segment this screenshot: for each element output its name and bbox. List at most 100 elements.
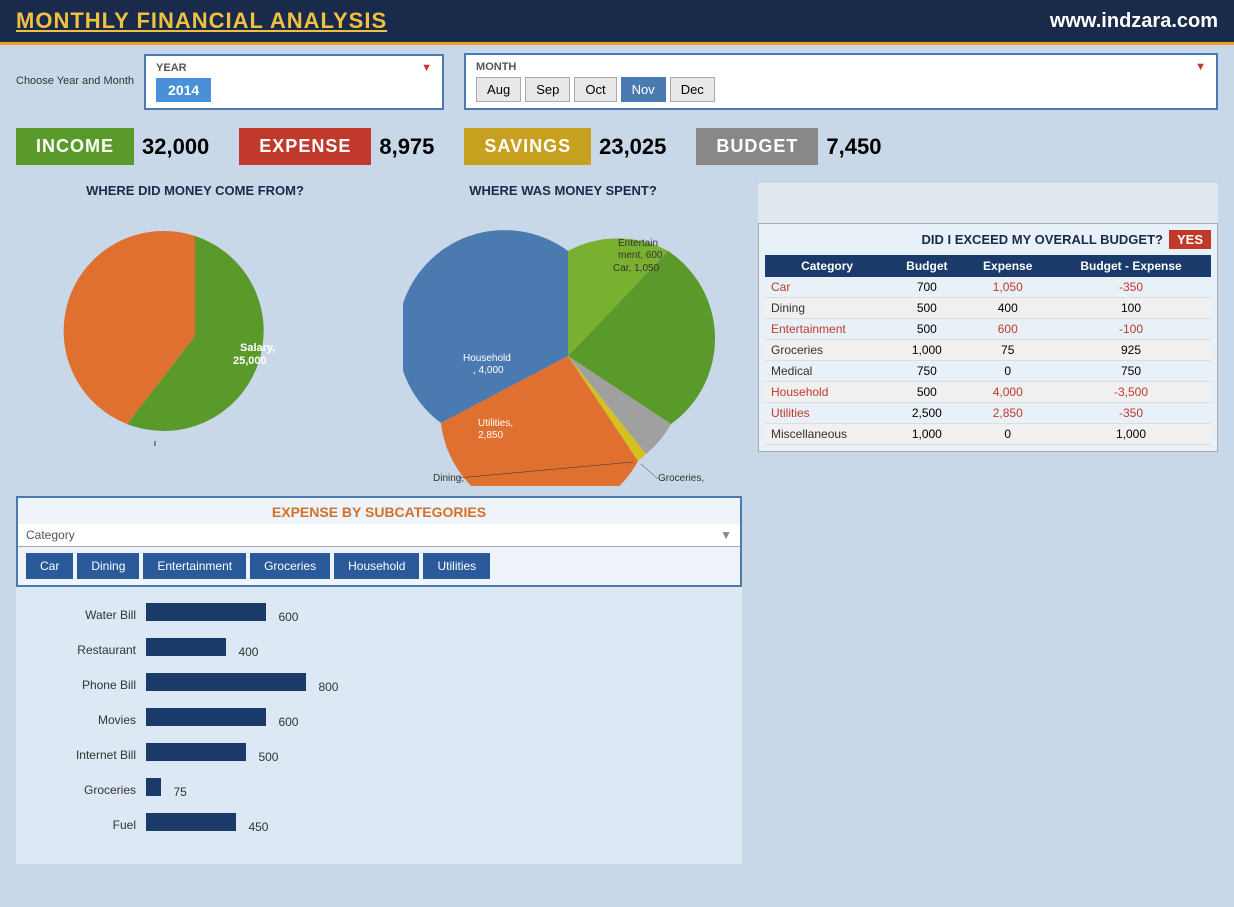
col-category: Category (765, 255, 889, 277)
bar-row: Restaurant 400 (36, 638, 722, 661)
bar-label: Movies (36, 713, 136, 727)
bar-value: 75 (173, 785, 186, 799)
cell-category: Medical (765, 361, 889, 382)
subcat-btn-car[interactable]: Car (26, 553, 73, 579)
entertainment-pie-label: Entertain (618, 238, 658, 249)
budget-label: BUDGET (696, 128, 818, 165)
budget-section: DID I EXCEED MY OVERALL BUDGET? YES Cate… (758, 223, 1218, 452)
budget-question: DID I EXCEED MY OVERALL BUDGET? (921, 232, 1163, 247)
table-row: Utilities 2,500 2,850 -350 (765, 403, 1211, 424)
cell-diff: 100 (1051, 298, 1211, 319)
month-btn-oct[interactable]: Oct (574, 77, 616, 102)
month-control: MONTH ▼ AugSepOctNovDec (464, 53, 1218, 110)
charts-row: WHERE DID MONEY COME FROM? Salary, 25,00… (16, 183, 742, 486)
bar-track: 75 (146, 778, 722, 801)
bar-fill (146, 603, 266, 621)
cell-expense: 400 (964, 298, 1051, 319)
subcat-buttons: CarDiningEntertainmentGroceriesHousehold… (18, 547, 740, 585)
month-field-label: MONTH (476, 61, 516, 73)
subcat-filter-label: Category (26, 528, 75, 542)
cell-category: Utilities (765, 403, 889, 424)
cell-category: Entertainment (765, 319, 889, 340)
household-pie-label: Household (463, 353, 511, 364)
cell-expense: 2,850 (964, 403, 1051, 424)
subcat-btn-groceries[interactable]: Groceries (250, 553, 330, 579)
bar-row: Internet Bill 500 (36, 743, 722, 766)
bar-fill (146, 638, 226, 656)
subcat-btn-utilities[interactable]: Utilities (423, 553, 490, 579)
subcat-filter-row: Category ▼ (18, 524, 740, 547)
year-value[interactable]: 2014 (156, 78, 211, 102)
income-pie-chart: Salary, 25,000 Property Rent, 7,000 (55, 206, 335, 446)
bar-label: Fuel (36, 818, 136, 832)
col-budget: Budget (889, 255, 964, 277)
subcat-filter-icon: ▼ (720, 528, 732, 542)
subcat-title: EXPENSE BY SUBCATEGORIES (18, 498, 740, 524)
cell-diff: -100 (1051, 319, 1211, 340)
cell-budget: 750 (889, 361, 964, 382)
bar-fill (146, 778, 161, 796)
bar-label: Groceries (36, 783, 136, 797)
year-control: YEAR ▼ 2014 (144, 54, 444, 110)
cell-budget: 500 (889, 298, 964, 319)
kpi-expense: EXPENSE 8,975 (239, 128, 434, 165)
expense-chart-section: WHERE WAS MONEY SPENT? (384, 183, 742, 486)
cell-budget: 1,000 (889, 340, 964, 361)
savings-value: 23,025 (599, 134, 666, 160)
cell-expense: 1,050 (964, 277, 1051, 298)
dining-pie-label: Dining, (433, 473, 464, 484)
bar-track: 600 (146, 603, 722, 626)
expense-value: 8,975 (379, 134, 434, 160)
cell-budget: 1,000 (889, 424, 964, 445)
cell-category: Household (765, 382, 889, 403)
groceries-pie-value: 75 (668, 485, 680, 486)
cell-diff: 925 (1051, 340, 1211, 361)
col-diff: Budget - Expense (1051, 255, 1211, 277)
bar-value: 500 (258, 750, 278, 764)
cell-budget: 500 (889, 319, 964, 340)
budget-yes: YES (1169, 230, 1211, 249)
bar-fill (146, 673, 306, 691)
savings-label: SAVINGS (464, 128, 591, 165)
month-btn-aug[interactable]: Aug (476, 77, 521, 102)
right-top-spacer (758, 183, 1218, 223)
cell-expense: 0 (964, 361, 1051, 382)
income-chart-section: WHERE DID MONEY COME FROM? Salary, 25,00… (16, 183, 374, 486)
expense-pie-container: Car, 1,050 Entertain ment, 600 Household… (384, 206, 742, 486)
table-row: Household 500 4,000 -3,500 (765, 382, 1211, 403)
month-filter-icon: ▼ (1195, 61, 1206, 73)
income-value: 32,000 (142, 134, 209, 160)
income-label: INCOME (16, 128, 134, 165)
bar-label: Water Bill (36, 608, 136, 622)
year-field-label: YEAR (156, 62, 187, 74)
month-btn-sep[interactable]: Sep (525, 77, 570, 102)
budget-header-row: DID I EXCEED MY OVERALL BUDGET? YES (765, 230, 1211, 249)
groceries-line (641, 464, 658, 479)
utilities-pie-value: 2,850 (478, 430, 503, 441)
subcat-btn-dining[interactable]: Dining (77, 553, 139, 579)
cell-diff: -350 (1051, 277, 1211, 298)
cell-expense: 75 (964, 340, 1051, 361)
bar-track: 500 (146, 743, 722, 766)
cell-diff: 750 (1051, 361, 1211, 382)
table-row: Entertainment 500 600 -100 (765, 319, 1211, 340)
right-panel: DID I EXCEED MY OVERALL BUDGET? YES Cate… (758, 183, 1218, 864)
subcategories-section: EXPENSE BY SUBCATEGORIES Category ▼ CarD… (16, 496, 742, 587)
controls-row: Choose Year and Month YEAR ▼ 2014 MONTH … (0, 45, 1234, 118)
month-btn-dec[interactable]: Dec (670, 77, 715, 102)
cell-category: Car (765, 277, 889, 298)
table-row: Groceries 1,000 75 925 (765, 340, 1211, 361)
bar-value: 800 (318, 680, 338, 694)
bar-chart-section: Water Bill 600 Restaurant 400 Phone Bill… (16, 587, 742, 864)
year-month-label: Choose Year and Month (16, 74, 134, 89)
utilities-pie-label: Utilities, (478, 418, 513, 429)
month-btn-nov[interactable]: Nov (621, 77, 666, 102)
kpi-savings: SAVINGS 23,025 (464, 128, 666, 165)
bar-fill (146, 708, 266, 726)
salary-value: 25,000 (233, 355, 267, 367)
cell-diff: -3,500 (1051, 382, 1211, 403)
subcat-btn-household[interactable]: Household (334, 553, 419, 579)
main-content: WHERE DID MONEY COME FROM? Salary, 25,00… (0, 175, 1234, 872)
cell-budget: 500 (889, 382, 964, 403)
subcat-btn-entertainment[interactable]: Entertainment (143, 553, 246, 579)
